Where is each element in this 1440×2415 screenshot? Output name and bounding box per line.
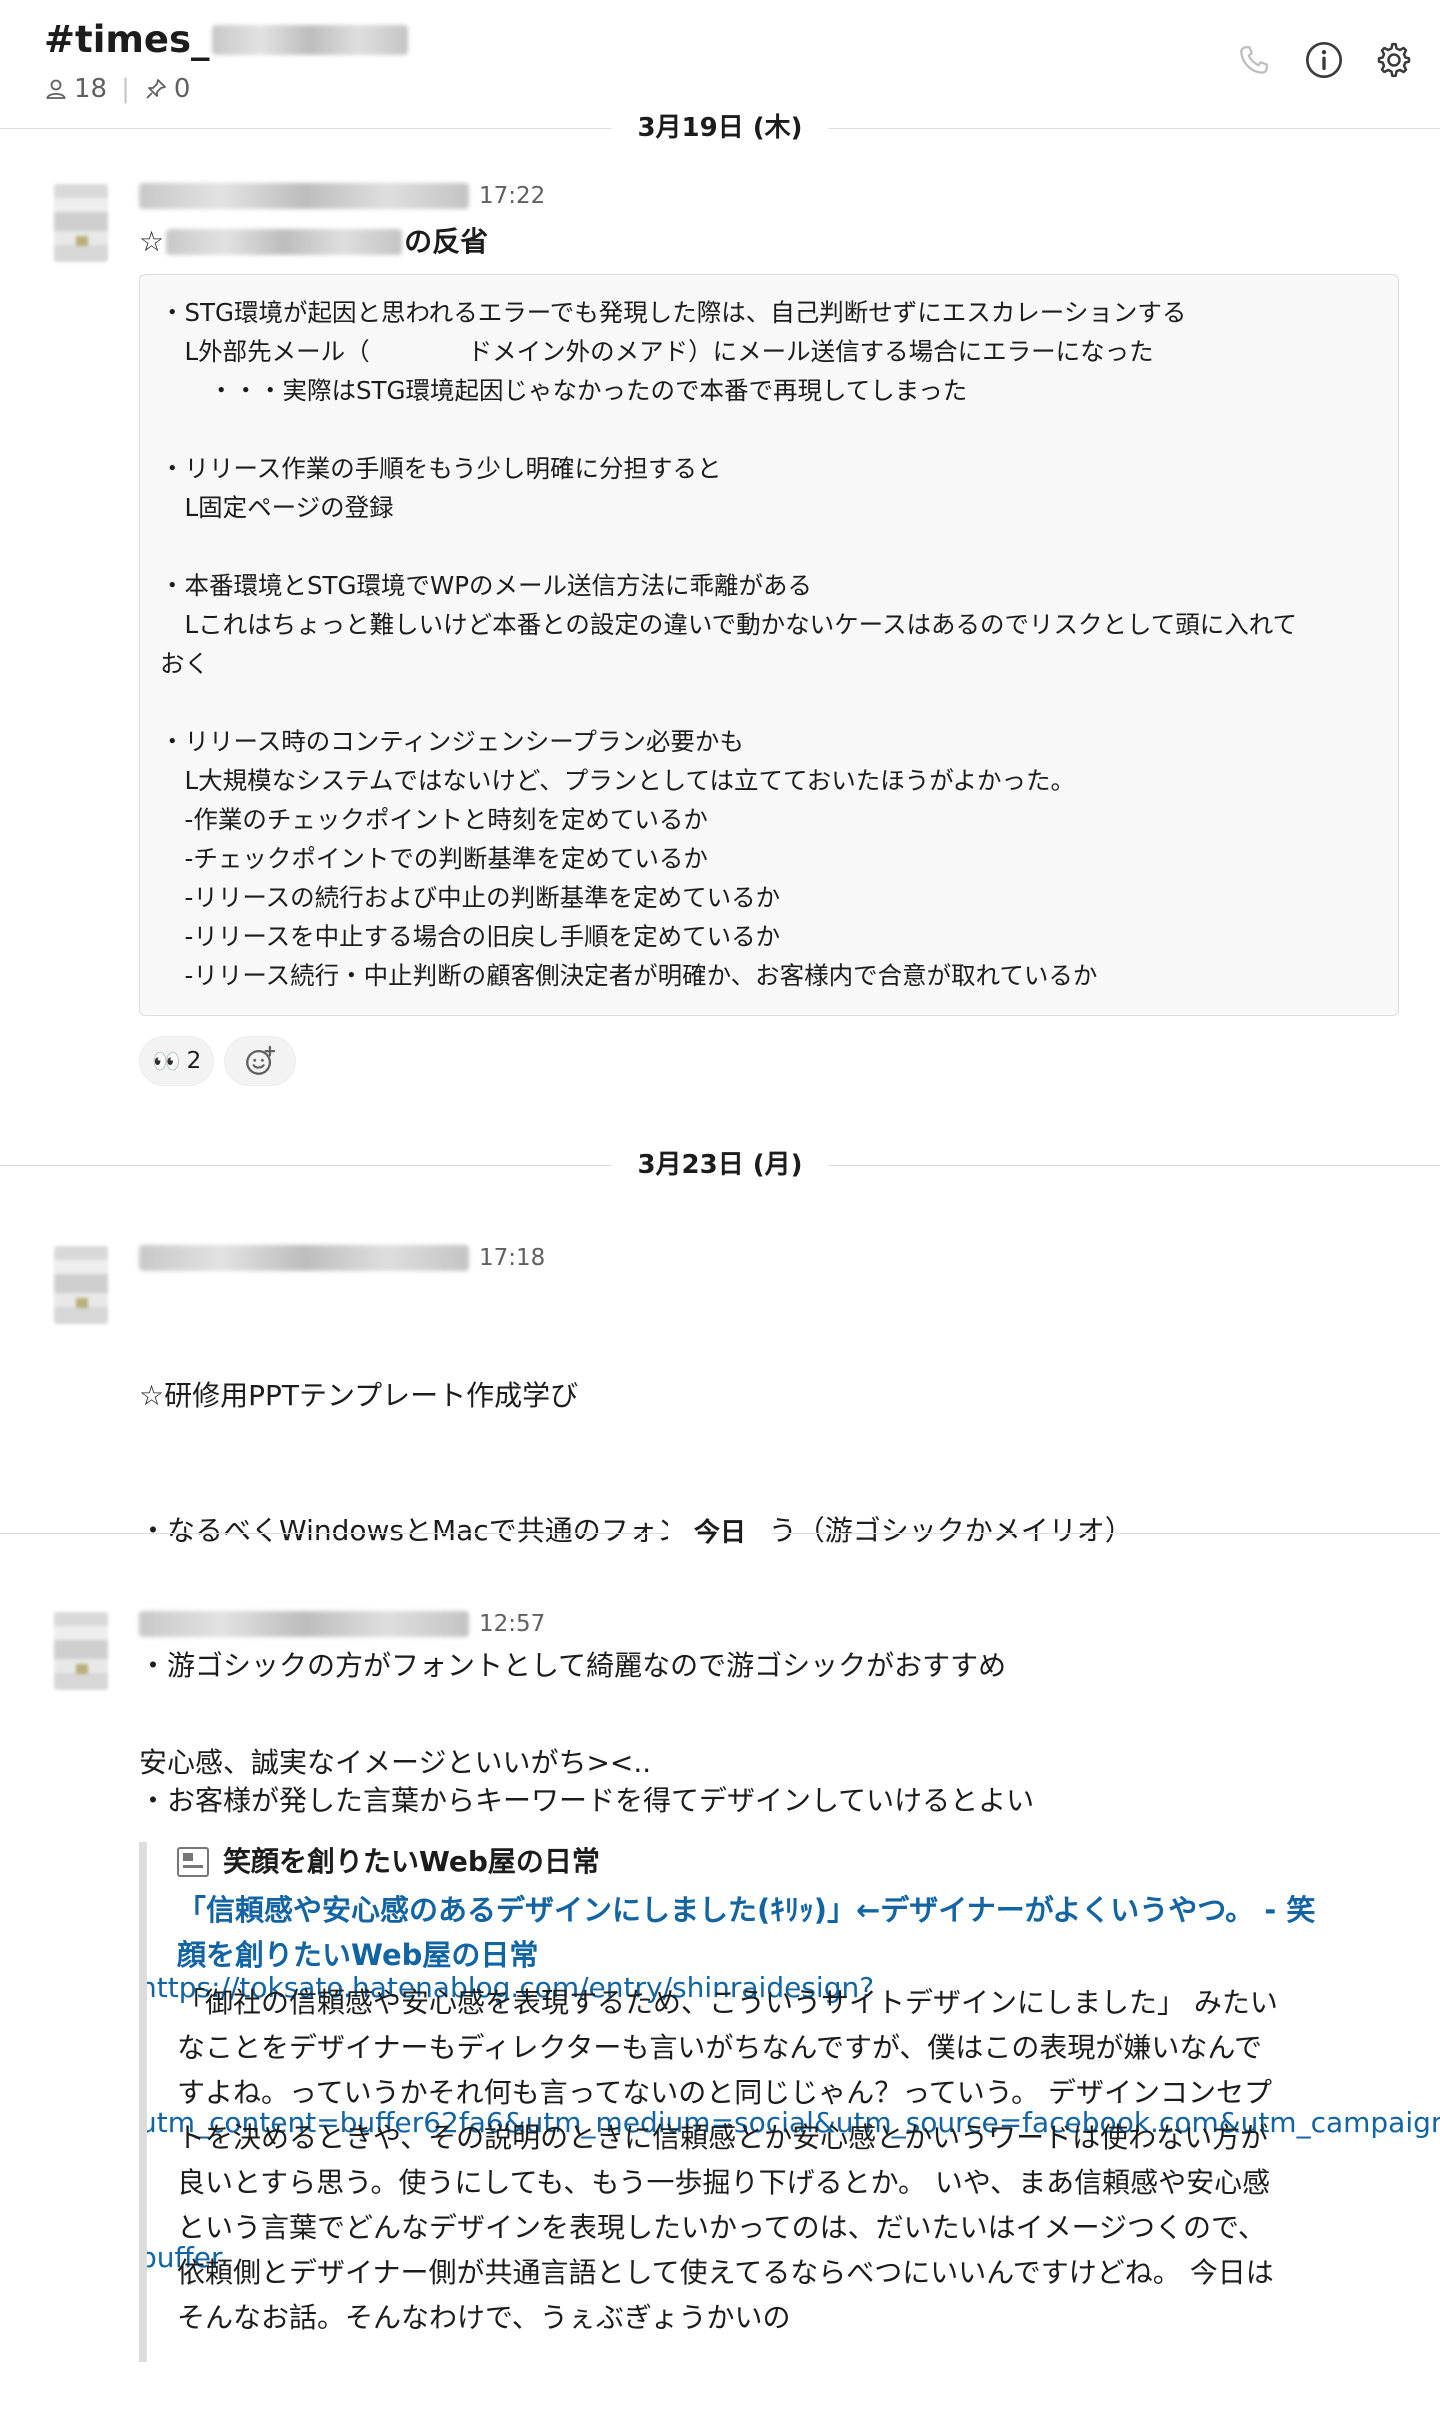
day-divider-label[interactable]: 今日 [667, 1513, 773, 1553]
preview-body-line: そんなお話。そんなわけで、うぇぶぎょうかいの [177, 2301, 791, 2334]
avatar[interactable] [54, 1612, 108, 1690]
code-line: Lこれはちょっと難しいけど本番との設定の違いで動かないケースはあるのでリスクとし… [160, 610, 1297, 639]
reactions-bar: 👀 2 [139, 1036, 297, 1086]
code-line: ・リリース作業の手順をもう少し明確に分担すると [160, 454, 722, 483]
preview-site: 笑顔を創りたいWeb屋の日常 [177, 1842, 1409, 1882]
preview-body-line: 「御社の信頼感や安心感を表現するため、こういうサイトデザインにしました」 みたい [177, 1986, 1278, 2019]
message-timestamp[interactable]: 12:57 [479, 1611, 545, 1637]
title-redacted [166, 229, 403, 255]
code-line: ・STG環境が起因と思われるエラーでも発現した際は、自己判断せずにエスカレーショ… [160, 298, 1187, 327]
site-favicon-icon [177, 1847, 209, 1877]
message-timestamp[interactable]: 17:18 [479, 1245, 545, 1271]
phone-icon[interactable] [1234, 40, 1274, 80]
code-line: L固定ページの登録 [160, 493, 394, 522]
members-count: 18 [74, 74, 108, 104]
preview-description: 「御社の信頼感や安心感を表現するため、こういうサイトデザインにしました」 みたい… [177, 1980, 1409, 2340]
reaction-eyes[interactable]: 👀 2 [139, 1036, 215, 1086]
code-line: ・本番環境とSTG環境でWPのメール送信方法に乖離がある [160, 571, 812, 600]
day-divider: 3月23日 (月) [0, 1145, 1440, 1185]
username-redacted[interactable] [139, 1245, 469, 1271]
avatar[interactable] [54, 1246, 108, 1324]
preview-title-line: 顔を創りたいWeb屋の日常 [177, 1938, 539, 1972]
code-line: -リリースの続行および中止の判断基準を定めているか [160, 883, 781, 912]
day-divider: 今日 [0, 1513, 1440, 1553]
message-header: 17:18 [139, 1245, 545, 1271]
pins-count: 0 [173, 74, 191, 104]
day-divider: 3月19日 (木) [0, 108, 1440, 148]
pins-button[interactable]: 0 [144, 74, 191, 104]
message-line: ☆研修用PPTテンプレート作成学び [139, 1379, 579, 1412]
preview-body-line: という言葉でどんなデザインを表現したいかってのは、だいたいはイメージつくので、 [177, 2211, 1266, 2244]
title-suffix: の反省 [404, 225, 489, 258]
channel-name[interactable]: #times_ [44, 18, 408, 61]
preview-body-line: 依頼側とデザイナー側が共通言語として使えてるならべつにいいんですけどね。 今日は [177, 2256, 1274, 2289]
code-line: -リリースを中止する場合の旧戻し手順を定めているか [160, 922, 781, 951]
reaction-count: 2 [186, 1048, 202, 1074]
avatar[interactable] [54, 184, 108, 262]
channel-prefix: #times_ [44, 18, 210, 61]
preview-body-line: すよね。っていうかそれ何も言ってないのと同じじゃん？っていう。 デザインコンセプ [177, 2076, 1273, 2109]
code-line: おく [160, 649, 209, 678]
title-star: ☆ [139, 225, 165, 258]
message-line: 安心感、誠実なイメージといいがち><.. [139, 1746, 652, 1779]
day-divider-label[interactable]: 3月19日 (木) [611, 108, 829, 148]
header-actions [1234, 40, 1414, 80]
message-header: 12:57 [139, 1611, 545, 1637]
message-header: 17:22 [139, 183, 545, 209]
channel-meta: 18 | 0 [44, 74, 190, 104]
username-redacted[interactable] [139, 183, 469, 209]
preview-body-line: トを決めるときや、その説明のときに信頼感とか安心感とかいうワードは使わない方が [177, 2121, 1269, 2154]
member-icon [46, 79, 66, 99]
preview-title-link[interactable]: 「信頼感や安心感のあるデザインにしました(ｷﾘｯ)」←デザイナーがよくいうやつ。… [177, 1888, 1409, 1978]
code-line: L大規模なシステムではないけど、プランとしては立てておいたほうがよかった。 [160, 766, 1076, 795]
eyes-emoji-icon: 👀 [152, 1048, 181, 1075]
add-emoji-icon [246, 1045, 276, 1075]
code-line: ・・・実際はSTG環境起因じゃなかったので本番で再現してしまった [160, 376, 968, 405]
preview-title-line: 「信頼感や安心感のあるデザインにしました(ｷﾘｯ)」←デザイナーがよくいうやつ。… [177, 1893, 1316, 1927]
message-title: ☆ の反省 [139, 222, 488, 262]
message-timestamp[interactable]: 17:22 [479, 183, 545, 209]
preview-site-name: 笑顔を創りたいWeb屋の日常 [223, 1845, 600, 1878]
code-line: L外部先メール（ ドメイン外のメアド）にメール送信する場合にエラーになった [160, 337, 1154, 366]
pin-icon [146, 79, 166, 99]
code-block: ・STG環境が起因と思われるエラーでも発現した際は、自己判断せずにエスカレーショ… [139, 274, 1399, 1016]
channel-name-redacted [211, 24, 408, 55]
meta-separator: | [121, 74, 130, 104]
preview-body-line: なことをデザイナーもディレクターも言いがちなんですが、僕はこの表現が嫌いなんで [177, 2031, 1263, 2064]
code-line: -リリース続行・中止判断の顧客側決定者が明確か、お客様内で合意が取れているか [160, 961, 1098, 990]
day-divider-label[interactable]: 3月23日 (月) [611, 1145, 829, 1185]
preview-body-line: 良いとすら思う。使うにしても、もう一歩掘り下げるとか。 いや、まあ信頼感や安心感 [177, 2166, 1271, 2199]
add-reaction-button[interactable] [224, 1036, 297, 1086]
username-redacted[interactable] [139, 1611, 469, 1637]
info-icon[interactable] [1304, 40, 1344, 80]
code-line: -チェックポイントでの判断基準を定めているか [160, 844, 708, 873]
code-line: ・リリース時のコンティンジェンシープラン必要かも [160, 727, 744, 756]
gear-icon[interactable] [1374, 40, 1414, 80]
code-line: -作業のチェックポイントと時刻を定めているか [160, 805, 708, 834]
members-button[interactable]: 18 [44, 74, 107, 104]
link-preview: 笑顔を創りたいWeb屋の日常 「信頼感や安心感のあるデザインにしました(ｷﾘｯ)… [139, 1842, 1409, 2362]
